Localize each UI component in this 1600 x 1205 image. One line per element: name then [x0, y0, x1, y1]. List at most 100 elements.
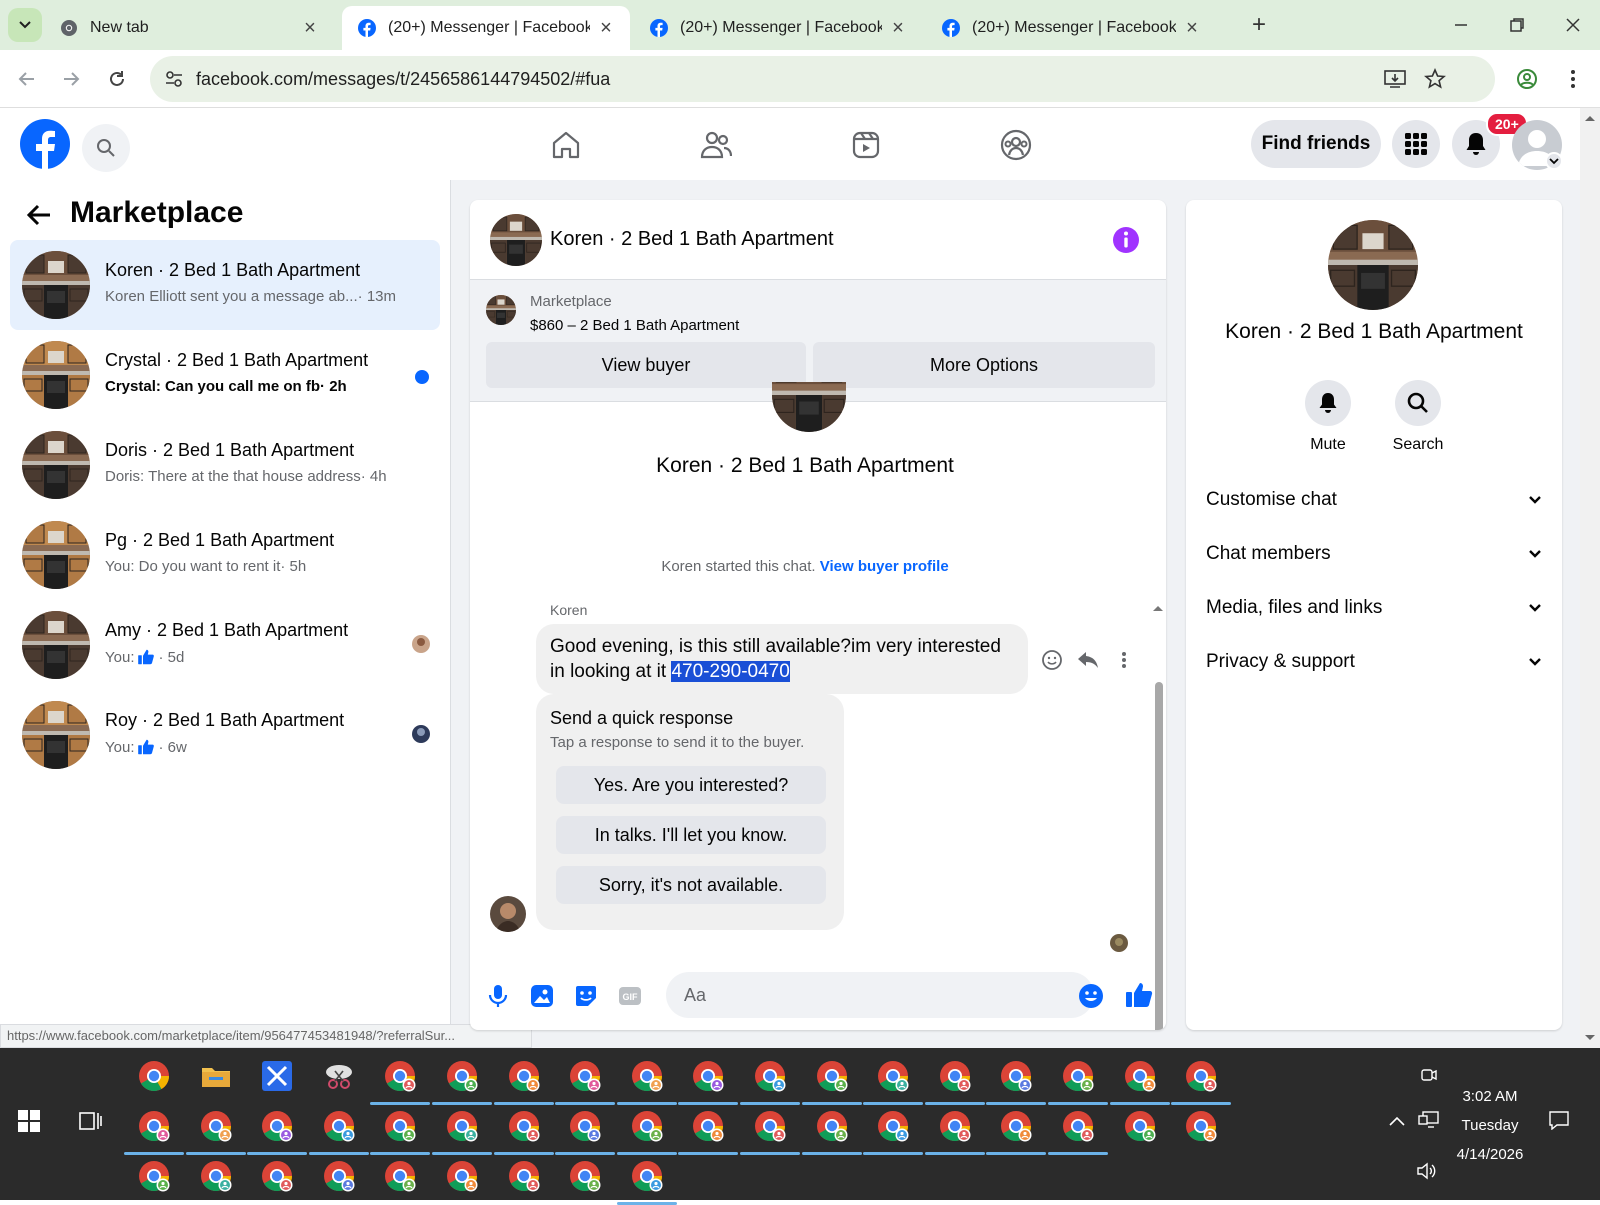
mute-action[interactable]: Mute	[1288, 380, 1368, 454]
menu-grid-button[interactable]	[1392, 120, 1440, 168]
taskbar-chrome-profile[interactable]	[565, 1106, 605, 1146]
taskbar-chrome-profile[interactable]	[812, 1056, 852, 1096]
quick-response-in-talks[interactable]: In talks. I'll let you know.	[556, 816, 826, 854]
find-friends-button[interactable]: Find friends	[1251, 120, 1381, 168]
browser-tab[interactable]: (20+) Messenger | Facebook ×	[342, 6, 630, 50]
nav-home[interactable]	[549, 128, 583, 162]
scroll-up-arrow-icon[interactable]	[1580, 108, 1600, 128]
back-arrow-icon[interactable]	[24, 200, 54, 230]
back-button[interactable]	[12, 64, 42, 94]
tab-close-icon[interactable]: ×	[1184, 17, 1200, 40]
thumbs-up-icon[interactable]	[1124, 980, 1154, 1010]
reload-button[interactable]	[102, 64, 132, 94]
message-more-button[interactable]	[1112, 648, 1136, 672]
minimize-button[interactable]	[1446, 10, 1476, 40]
taskbar-chrome-profile[interactable]	[196, 1106, 236, 1146]
taskbar-chrome-profile[interactable]	[996, 1056, 1036, 1096]
taskbar-chrome-profile[interactable]	[750, 1056, 790, 1096]
profile-avatar[interactable]	[1328, 220, 1418, 310]
taskbar-chrome-profile[interactable]	[627, 1056, 667, 1096]
taskbar-chrome-profile[interactable]	[504, 1056, 544, 1096]
tab-close-icon[interactable]: ×	[890, 17, 906, 40]
browser-tab[interactable]: (20+) Messenger | Facebook ×	[926, 6, 1216, 50]
info-section[interactable]: Privacy & support	[1206, 642, 1542, 682]
task-view-icon[interactable]	[78, 1110, 102, 1132]
tab-search-button[interactable]	[8, 8, 42, 42]
account-menu-chevron[interactable]	[1545, 152, 1563, 170]
sticker-icon[interactable]	[572, 982, 600, 1010]
volume-icon[interactable]	[1416, 1162, 1438, 1180]
windows-start-icon[interactable]	[18, 1110, 40, 1132]
taskbar-chrome-profile[interactable]	[935, 1056, 975, 1096]
taskbar-chrome-profile[interactable]	[380, 1106, 420, 1146]
react-button[interactable]	[1040, 648, 1064, 672]
notification-center-icon[interactable]	[1548, 1110, 1570, 1130]
scroll-down-arrow-icon[interactable]	[1580, 1028, 1600, 1048]
chrome-menu-button[interactable]	[1558, 64, 1588, 94]
taskbar-chrome-profile[interactable]	[442, 1056, 482, 1096]
taskbar-chrome-profile[interactable]	[442, 1156, 482, 1196]
conversation-item[interactable]: Amy · 2 Bed 1 Bath Apartment You: · 5d	[10, 600, 440, 690]
reply-button[interactable]	[1076, 648, 1100, 672]
taskbar-chrome[interactable]	[134, 1056, 174, 1096]
taskbar-chrome-profile[interactable]	[1058, 1106, 1098, 1146]
taskbar-chrome-profile[interactable]	[935, 1106, 975, 1146]
nav-video[interactable]	[849, 128, 883, 162]
new-tab-button[interactable]: +	[1244, 10, 1274, 40]
bookmark-star-icon[interactable]	[1424, 68, 1446, 90]
emoji-icon[interactable]	[1078, 983, 1104, 1009]
facebook-logo-icon[interactable]	[20, 119, 70, 169]
scroll-up-arrow-icon[interactable]	[1150, 602, 1166, 614]
chevron-up-icon[interactable]	[1388, 1114, 1406, 1128]
close-window-button[interactable]	[1558, 10, 1588, 40]
conversation-item[interactable]: Roy · 2 Bed 1 Bath Apartment You: · 6w	[10, 690, 440, 780]
facebook-search-button[interactable]	[82, 124, 130, 172]
restore-button[interactable]	[1502, 10, 1532, 40]
chat-avatar[interactable]	[490, 214, 542, 266]
nav-friends[interactable]	[699, 128, 733, 162]
profile-button[interactable]	[1512, 64, 1542, 94]
taskbar-chrome-profile[interactable]	[688, 1056, 728, 1096]
taskbar-chrome-profile[interactable]	[627, 1106, 667, 1146]
taskbar-chrome-profile[interactable]	[812, 1106, 852, 1146]
install-app-icon[interactable]	[1384, 69, 1406, 89]
taskbar-chrome-profile[interactable]	[873, 1106, 913, 1146]
address-bar[interactable]: facebook.com/messages/t/2456586144794502…	[150, 56, 1495, 102]
browser-tab[interactable]: (20+) Messenger | Facebook ×	[634, 6, 922, 50]
search-action[interactable]: Search	[1378, 380, 1458, 454]
taskbar-file-explorer[interactable]	[196, 1056, 236, 1096]
taskbar-chrome-profile[interactable]	[257, 1156, 297, 1196]
taskbar-chrome-profile[interactable]	[380, 1156, 420, 1196]
taskbar-chrome-profile[interactable]	[196, 1156, 236, 1196]
clock-day[interactable]: Tuesday	[1430, 1117, 1550, 1134]
taskbar-chrome-profile[interactable]	[688, 1106, 728, 1146]
taskbar-chrome-profile[interactable]	[750, 1106, 790, 1146]
conversation-item[interactable]: Koren · 2 Bed 1 Bath Apartment Koren Elli…	[10, 240, 440, 330]
info-section[interactable]: Customise chat	[1206, 480, 1542, 520]
taskbar-chrome-profile[interactable]	[1058, 1056, 1098, 1096]
clock-time[interactable]: 3:02 AM	[1430, 1088, 1550, 1105]
sender-avatar[interactable]	[490, 896, 526, 932]
url-text[interactable]: facebook.com/messages/t/2456586144794502…	[196, 69, 610, 90]
taskbar-chrome-profile[interactable]	[319, 1156, 359, 1196]
browser-tab[interactable]: New tab ×	[44, 6, 334, 50]
conversation-item[interactable]: Doris · 2 Bed 1 Bath Apartment Doris: The…	[10, 420, 440, 510]
view-buyer-profile-link[interactable]: View buyer profile	[820, 558, 949, 575]
message-phone-selected[interactable]: 470-290-0470	[671, 661, 790, 682]
conversation-item[interactable]: Pg · 2 Bed 1 Bath Apartment You: Do you w…	[10, 510, 440, 600]
tab-close-icon[interactable]: ×	[598, 17, 614, 40]
taskbar-chrome-profile[interactable]	[504, 1106, 544, 1146]
quick-response-not-available[interactable]: Sorry, it's not available.	[556, 866, 826, 904]
taskbar-chrome-profile[interactable]	[442, 1106, 482, 1146]
tab-close-icon[interactable]: ×	[302, 17, 318, 40]
message-bubble[interactable]: Good evening, is this still available?im…	[536, 624, 1028, 694]
gif-icon[interactable]: GIF	[616, 982, 644, 1010]
taskbar-app[interactable]	[257, 1056, 297, 1096]
listing-title[interactable]: $860 – 2 Bed 1 Bath Apartment	[530, 317, 739, 334]
chat-title[interactable]: Koren · 2 Bed 1 Bath Apartment	[550, 228, 834, 251]
taskbar-chrome-profile[interactable]	[257, 1106, 297, 1146]
taskbar-chrome-profile[interactable]	[134, 1106, 174, 1146]
taskbar-chrome-profile[interactable]	[627, 1156, 667, 1196]
taskbar-chrome-profile[interactable]	[873, 1056, 913, 1096]
taskbar-snipping-tool[interactable]	[319, 1056, 359, 1096]
